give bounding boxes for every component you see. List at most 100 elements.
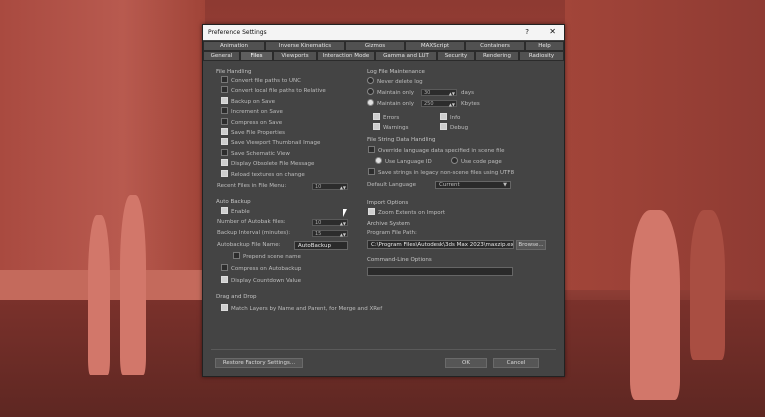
tab-files[interactable]: Files (240, 51, 273, 61)
errors-checkbox[interactable] (373, 113, 380, 120)
close-icon[interactable]: ✕ (549, 27, 556, 36)
option-checkbox[interactable] (221, 86, 228, 94)
file-handling-option[interactable]: Save Schematic View (221, 148, 290, 158)
tab-inverse-kinematics[interactable]: Inverse Kinematics (265, 41, 345, 51)
tab-viewports[interactable]: Viewports (273, 51, 317, 61)
tab-security[interactable]: Security (437, 51, 475, 61)
debug-checkbox[interactable] (440, 123, 447, 130)
log-debug[interactable]: Debug (440, 123, 468, 132)
zoom-extents-import[interactable]: Zoom Extents on Import (368, 208, 445, 217)
use-language-radio[interactable] (375, 157, 382, 164)
use-code-page-radio[interactable] (451, 157, 458, 164)
file-handling-option[interactable]: Backup on Save (221, 96, 275, 106)
maintain-kb-radio[interactable] (367, 99, 374, 106)
tab-maxscript[interactable]: MAXScript (405, 41, 465, 51)
default-language-select[interactable]: Current ▼ (435, 181, 511, 189)
browse-button[interactable]: Browse... (516, 240, 546, 250)
spinner-arrows-icon[interactable]: ▲▼ (340, 184, 346, 191)
countdown-checkbox[interactable] (221, 276, 228, 283)
maintain-days-radio[interactable] (367, 88, 374, 95)
command-line-input[interactable] (367, 267, 513, 276)
recent-files-value: 10 (315, 184, 322, 190)
tab-animation[interactable]: Animation (203, 41, 265, 51)
zoom-extents-checkbox[interactable] (368, 208, 375, 215)
autobackup-filename-input[interactable]: AutoBackup (294, 241, 348, 250)
match-layers[interactable]: Match Layers by Name and Parent, for Mer… (221, 304, 382, 313)
spinner-arrows-icon[interactable]: ▲▼ (449, 90, 455, 97)
prepend-scene-name[interactable]: Prepend scene name (233, 252, 301, 261)
option-checkbox[interactable] (221, 169, 228, 177)
enable-checkbox[interactable] (221, 207, 228, 214)
autobackup-enable[interactable]: Enable (221, 207, 250, 216)
use-language-id[interactable]: Use Language ID (375, 157, 432, 166)
days-spinner[interactable]: 30 ▲▼ (421, 89, 457, 96)
option-checkbox[interactable] (221, 76, 228, 83)
match-layers-checkbox[interactable] (221, 304, 228, 311)
maintain-kb[interactable]: Maintain only (367, 99, 414, 108)
interval-spinner[interactable]: 15 ▲▼ (312, 230, 348, 237)
legacy-checkbox[interactable] (368, 168, 375, 175)
program-path-input[interactable]: C:\Program Files\Autodesk\3ds Max 2023\m… (367, 240, 514, 249)
help-icon[interactable]: ? (525, 28, 529, 36)
prepend-checkbox[interactable] (233, 252, 240, 259)
compress-checkbox[interactable] (221, 264, 228, 271)
option-checkbox[interactable] (221, 117, 228, 125)
tab-help[interactable]: Help (525, 41, 564, 51)
option-checkbox[interactable] (221, 138, 228, 146)
override-language[interactable]: Override language data specified in scen… (368, 146, 504, 155)
tab-gizmos[interactable]: Gizmos (345, 41, 405, 51)
tab-gamma-and-lut[interactable]: Gamma and LUT (375, 51, 437, 61)
option-checkbox[interactable] (221, 128, 228, 135)
ok-button[interactable]: OK (445, 358, 487, 368)
spinner-arrows-icon[interactable]: ▲▼ (340, 231, 346, 238)
num-files-spinner[interactable]: 10 ▲▼ (312, 219, 348, 226)
file-handling-option[interactable]: Reload textures on change (221, 169, 305, 179)
compress-autobackup[interactable]: Compress on Autobackup (221, 264, 301, 273)
restore-factory-settings-button[interactable]: Restore Factory Settings... (215, 358, 303, 368)
file-handling-option[interactable]: Save File Properties (221, 128, 285, 137)
num-files-label: Number of Autobak files: (217, 219, 286, 225)
override-checkbox[interactable] (368, 146, 375, 153)
never-delete-log[interactable]: Never delete log (367, 77, 423, 86)
option-checkbox[interactable] (221, 159, 228, 167)
cancel-button[interactable]: Cancel (493, 358, 539, 368)
option-checkbox[interactable] (221, 96, 228, 104)
warnings-checkbox[interactable] (373, 123, 380, 130)
kb-spinner[interactable]: 250 ▲▼ (421, 100, 457, 107)
recent-files-label: Recent Files in File Menu: (217, 183, 287, 189)
spinner-arrows-icon[interactable]: ▲▼ (340, 220, 346, 227)
never-delete-radio[interactable] (367, 77, 374, 84)
file-handling-option[interactable]: Compress on Save (221, 117, 282, 127)
maintain-days[interactable]: Maintain only (367, 88, 415, 97)
log-warnings[interactable]: Warnings (373, 123, 408, 132)
save-legacy-utf8[interactable]: Save strings in legacy non-scene files u… (368, 168, 514, 177)
person-figure (88, 215, 110, 375)
filename-label: Autobackup File Name: (217, 242, 281, 248)
spinner-arrows-icon[interactable]: ▲▼ (449, 101, 455, 108)
file-handling-option[interactable]: Display Obsolete File Message (221, 159, 314, 168)
tab-radiosity[interactable]: Radiosity (519, 51, 564, 61)
enable-label: Enable (231, 209, 250, 215)
person-figure (120, 195, 146, 375)
tab-general[interactable]: General (203, 51, 240, 61)
option-label: Save Schematic View (231, 150, 290, 157)
tab-interaction-mode[interactable]: Interaction Mode (317, 51, 375, 61)
info-checkbox[interactable] (440, 113, 447, 120)
maintain-days-label: Maintain only (377, 90, 415, 96)
zoom-extents-label: Zoom Extents on Import (378, 210, 445, 216)
archive-title: Archive System (367, 221, 410, 227)
tab-rendering[interactable]: Rendering (475, 51, 519, 61)
file-handling-option[interactable]: Convert file paths to UNC (221, 76, 301, 85)
log-errors[interactable]: Errors (373, 113, 399, 122)
countdown-label: Display Countdown Value (231, 278, 302, 284)
file-handling-option[interactable]: Save Viewport Thumbnail Image (221, 138, 320, 147)
log-info[interactable]: Info (440, 113, 460, 122)
option-checkbox[interactable] (221, 107, 228, 115)
file-handling-option[interactable]: Convert local file paths to Relative (221, 86, 326, 95)
use-code-page[interactable]: Use code page (451, 157, 502, 166)
option-checkbox[interactable] (221, 148, 228, 156)
file-handling-option[interactable]: Increment on Save (221, 107, 283, 116)
recent-files-spinner[interactable]: 10 ▲▼ (312, 183, 348, 190)
tab-containers[interactable]: Containers (465, 41, 525, 51)
display-countdown[interactable]: Display Countdown Value (221, 276, 302, 285)
